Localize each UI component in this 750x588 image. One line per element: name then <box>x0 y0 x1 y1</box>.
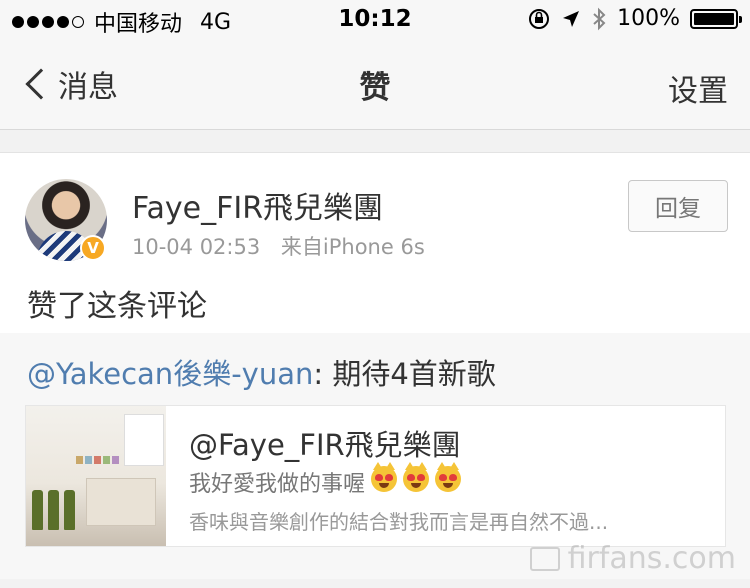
post-meta: 10-04 02:53 来自iPhone 6s <box>132 231 425 261</box>
location-arrow-icon <box>563 10 580 27</box>
watermark: firfans.com <box>529 541 736 576</box>
username[interactable]: Faye_FIR飛兒樂團 <box>132 183 383 227</box>
page-title: 赞 <box>359 70 391 106</box>
shared-post-text: 我好愛我做的事喔 <box>189 472 366 497</box>
status-right: 100% <box>527 6 742 31</box>
battery-percent: 100% <box>617 6 680 31</box>
heart-eyes-cat-emoji-icon <box>403 462 430 492</box>
timestamp: 10-04 02:53 <box>132 235 261 259</box>
rotation-lock-icon <box>529 8 550 29</box>
reply-button[interactable]: 回复 <box>628 180 728 232</box>
comment-author-mention[interactable]: @Yakecan後樂-yuan <box>27 357 313 391</box>
emoji-row <box>365 462 462 498</box>
shared-post-author: @Faye_FIR飛兒樂團 <box>189 428 461 462</box>
comment-separator: : <box>313 357 333 391</box>
verified-badge-icon: V <box>80 235 106 261</box>
shared-post-line1: 我好愛我做的事喔 <box>189 462 462 498</box>
heart-eyes-cat-emoji-icon <box>435 462 462 492</box>
settings-button[interactable]: 设置 <box>668 66 728 110</box>
shared-post-excerpt: 香味與音樂創作的結合對我而言是再自然不過... <box>189 510 609 534</box>
watermark-text: firfans.com <box>567 541 736 576</box>
comment-text: @Yakecan後樂-yuan: 期待4首新歌 <box>27 351 496 393</box>
notification-action-text: 赞了这条评论 <box>27 289 207 324</box>
post-thumbnail <box>26 406 166 546</box>
bluetooth-icon <box>593 7 606 30</box>
comment-body: 期待4首新歌 <box>332 357 496 391</box>
like-notification-card: V Faye_FIR飛兒樂團 10-04 02:53 来自iPhone 6s 回… <box>0 152 750 579</box>
post-source: 来自iPhone 6s <box>280 235 425 259</box>
battery-icon <box>690 8 742 29</box>
watermark-logo-icon <box>529 546 560 571</box>
navigation-bar: 消息 赞 设置 <box>0 40 750 130</box>
status-bar: 中国移动 4G 10:12 100% <box>0 0 750 40</box>
shared-post-card[interactable]: @Faye_FIR飛兒樂團 我好愛我做的事喔 香味與音樂創作的結合對我而言是再自… <box>25 405 726 547</box>
heart-eyes-cat-emoji-icon <box>371 462 398 492</box>
